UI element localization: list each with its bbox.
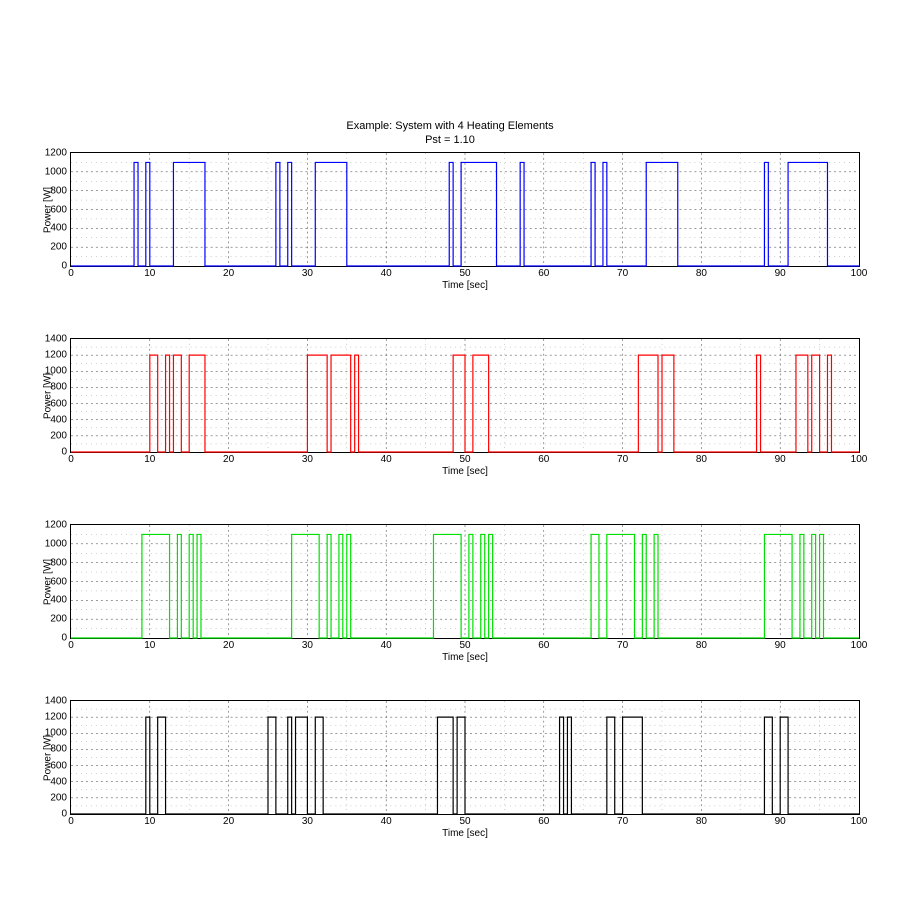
y-tick-label: 1200 — [45, 712, 67, 723]
x-tick-label: 10 — [144, 640, 155, 651]
x-tick-label: 30 — [302, 268, 313, 279]
y-axis-label: Power [W] — [43, 372, 54, 418]
y-tick-label: 200 — [50, 242, 67, 253]
x-axis-label: Time [sec] — [71, 652, 859, 663]
x-tick-label: 20 — [223, 454, 234, 465]
x-axis-label: Time [sec] — [71, 828, 859, 839]
y-tick-label: 1200 — [45, 350, 67, 361]
x-tick-label: 90 — [775, 640, 786, 651]
x-tick-label: 70 — [617, 640, 628, 651]
x-tick-label: 20 — [223, 640, 234, 651]
x-tick-label: 70 — [617, 454, 628, 465]
y-tick-label: 1200 — [45, 520, 67, 531]
y-tick-label: 0 — [61, 261, 67, 272]
x-tick-label: 30 — [302, 640, 313, 651]
x-tick-label: 100 — [851, 454, 868, 465]
x-tick-label: 90 — [775, 268, 786, 279]
x-tick-label: 0 — [68, 640, 74, 651]
x-tick-label: 70 — [617, 816, 628, 827]
x-tick-label: 0 — [68, 454, 74, 465]
x-tick-label: 60 — [538, 640, 549, 651]
x-tick-label: 40 — [381, 640, 392, 651]
subplot-1: 0102030405060708090100020040060080010001… — [70, 152, 860, 267]
x-tick-label: 100 — [851, 640, 868, 651]
title-line-1: Example: System with 4 Heating Elements — [0, 120, 900, 134]
x-tick-label: 100 — [851, 816, 868, 827]
x-tick-label: 100 — [851, 268, 868, 279]
x-tick-label: 90 — [775, 454, 786, 465]
y-tick-label: 1000 — [45, 166, 67, 177]
x-tick-label: 20 — [223, 268, 234, 279]
x-axis-label: Time [sec] — [71, 280, 859, 291]
x-tick-label: 30 — [302, 454, 313, 465]
x-tick-label: 60 — [538, 816, 549, 827]
y-tick-label: 200 — [50, 792, 67, 803]
x-tick-label: 20 — [223, 816, 234, 827]
x-tick-label: 80 — [696, 454, 707, 465]
x-ticks: 0102030405060708090100 — [71, 638, 859, 652]
x-tick-label: 50 — [459, 640, 470, 651]
subplot-3: 0102030405060708090100020040060080010001… — [70, 524, 860, 639]
y-axis-label: Power [W] — [43, 186, 54, 232]
y-tick-label: 1200 — [45, 148, 67, 159]
x-tick-label: 60 — [538, 454, 549, 465]
x-tick-label: 10 — [144, 268, 155, 279]
x-tick-label: 90 — [775, 816, 786, 827]
x-ticks: 0102030405060708090100 — [71, 452, 859, 466]
y-tick-label: 0 — [61, 633, 67, 644]
x-tick-label: 0 — [68, 268, 74, 279]
x-axis-label: Time [sec] — [71, 466, 859, 477]
x-tick-label: 50 — [459, 268, 470, 279]
x-tick-label: 40 — [381, 454, 392, 465]
x-tick-label: 10 — [144, 454, 155, 465]
figure-title: Example: System with 4 Heating Elements … — [0, 120, 900, 148]
x-tick-label: 50 — [459, 816, 470, 827]
y-tick-label: 0 — [61, 809, 67, 820]
x-tick-label: 40 — [381, 268, 392, 279]
y-tick-label: 200 — [50, 430, 67, 441]
y-axis-label: Power [W] — [43, 734, 54, 780]
x-tick-label: 0 — [68, 816, 74, 827]
x-tick-label: 40 — [381, 816, 392, 827]
y-tick-label: 200 — [50, 614, 67, 625]
subplot-2: 0102030405060708090100020040060080010001… — [70, 338, 860, 453]
figure: Example: System with 4 Heating Elements … — [0, 0, 900, 900]
y-tick-label: 1400 — [45, 696, 67, 707]
x-tick-label: 70 — [617, 268, 628, 279]
x-tick-label: 80 — [696, 816, 707, 827]
x-tick-label: 60 — [538, 268, 549, 279]
x-tick-label: 10 — [144, 816, 155, 827]
y-axis-label: Power [W] — [43, 558, 54, 604]
x-ticks: 0102030405060708090100 — [71, 814, 859, 828]
x-tick-label: 80 — [696, 268, 707, 279]
x-ticks: 0102030405060708090100 — [71, 266, 859, 280]
x-tick-label: 50 — [459, 454, 470, 465]
x-tick-label: 80 — [696, 640, 707, 651]
subplot-4: 0102030405060708090100020040060080010001… — [70, 700, 860, 815]
y-tick-label: 0 — [61, 447, 67, 458]
x-tick-label: 30 — [302, 816, 313, 827]
title-line-2: Pst = 1.10 — [0, 134, 900, 148]
y-tick-label: 1400 — [45, 334, 67, 345]
y-tick-label: 1000 — [45, 538, 67, 549]
